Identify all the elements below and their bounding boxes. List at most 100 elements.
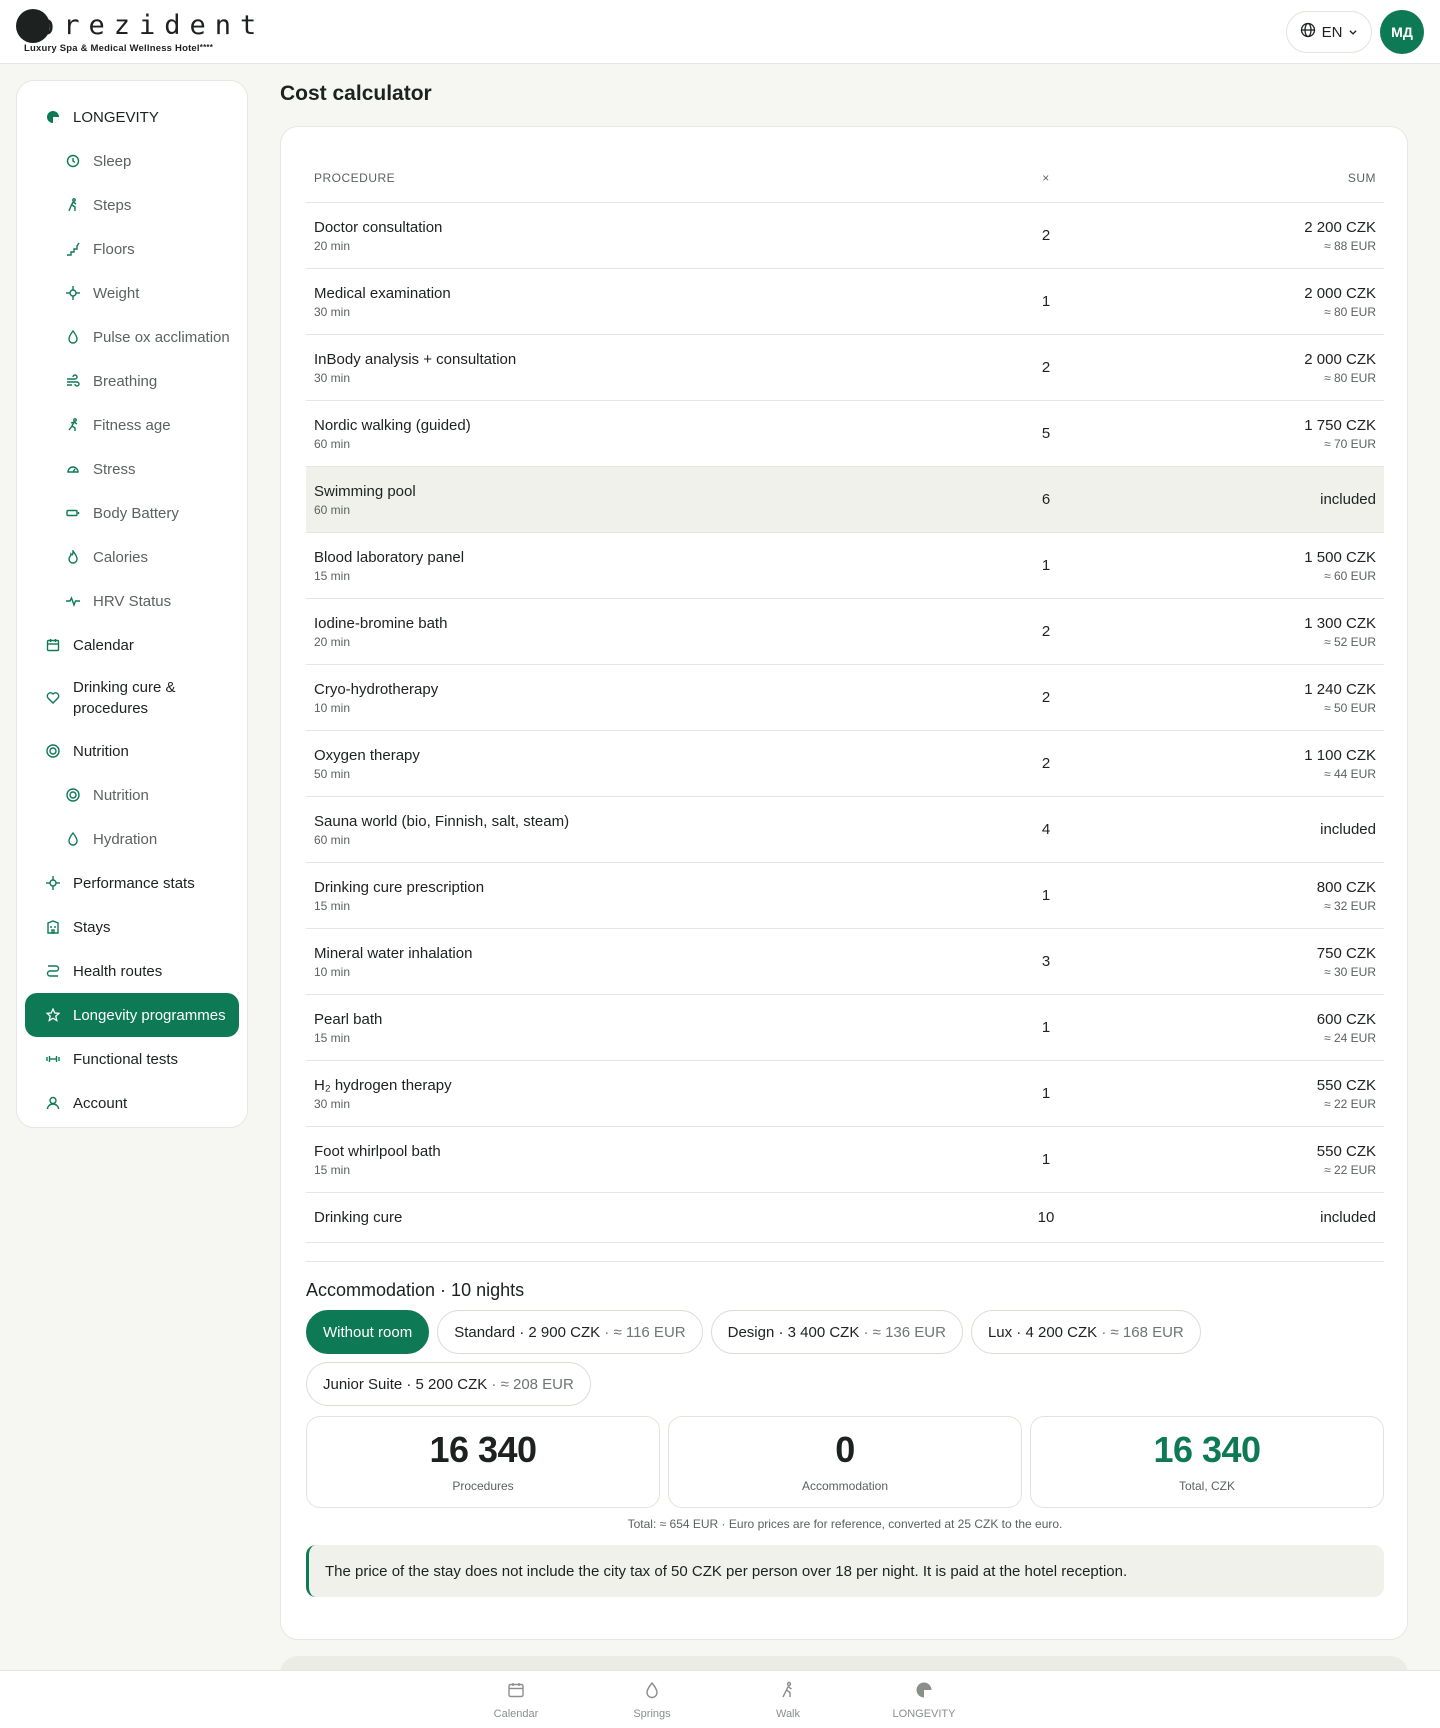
sidebar-item-longevity-programmes[interactable]: Longevity programmes (25, 993, 239, 1037)
room-option-lux[interactable]: Lux · 4 200 CZK · ≈ 168 EUR (970, 1310, 1201, 1354)
grand-total-value: 16 340 (1153, 1429, 1261, 1470)
room-option-junior-suite[interactable]: Junior Suite · 5 200 CZK · ≈ 208 EUR (306, 1362, 591, 1406)
sidebar-item-hydration[interactable]: Hydration (25, 817, 239, 861)
sidebar-item-sleep[interactable]: Sleep (25, 139, 239, 183)
bottom-tab-springs[interactable]: Springs (592, 1671, 712, 1728)
sidebar-item-drinking-cure[interactable]: Drinking cure & procedures (25, 667, 239, 729)
target-icon (65, 787, 81, 803)
app-header: prezident Luxury Spa & Medical Wellness … (0, 0, 1440, 64)
sidebar-item-account[interactable]: Account (25, 1081, 239, 1125)
sum-cell: 1 300 CZK ≈ 52 EUR (1076, 615, 1376, 649)
sidebar-item-performance-stats[interactable]: Performance stats (25, 861, 239, 905)
procedure-duration: 30 min (314, 370, 351, 385)
room-option-without-room[interactable]: Without room (306, 1310, 430, 1354)
brand-logo[interactable]: prezident Luxury Spa & Medical Wellness … (16, 9, 256, 57)
drop-icon (65, 329, 81, 345)
sidebar-item-label: Sleep (93, 152, 132, 170)
bottom-tab-calendar[interactable]: Calendar (456, 1671, 576, 1728)
included-label: included (1320, 491, 1376, 508)
bottom-tab-longevity[interactable]: LONGEVITY (864, 1671, 984, 1728)
procedure-cell: Foot whirlpool bath 15 min (314, 1143, 1016, 1177)
chevron-down-icon (1348, 24, 1358, 41)
procedure-duration: 10 min (314, 700, 351, 715)
bottom-tab-label: LONGEVITY (892, 1707, 956, 1720)
sidebar-item-calories[interactable]: Calories (25, 535, 239, 579)
procedure-cell: Oxygen therapy 50 min (314, 747, 1016, 781)
quantity: 10 (1037, 1209, 1055, 1226)
euro-note: Total: ≈ 654 EUR · Euro prices are for r… (627, 1517, 1063, 1531)
procedure-duration: 60 min (314, 502, 351, 517)
sidebar-item-label: Weight (93, 284, 140, 302)
procedure-duration: 50 min (314, 766, 351, 781)
sum-cell: 750 CZK ≈ 30 EUR (1076, 945, 1376, 979)
price-eur: ≈ 32 EUR (1324, 898, 1376, 913)
sidebar-item-floors[interactable]: Floors (25, 227, 239, 271)
quantity: 1 (1041, 557, 1051, 574)
sidebar-item-breathing[interactable]: Breathing (25, 359, 239, 403)
sidebar-item-label: Functional tests (73, 1050, 179, 1068)
quantity: 2 (1041, 227, 1051, 244)
procedure-cell: Blood laboratory panel 15 min (314, 549, 1016, 583)
table-row: Cryo-hydrotherapy 10 min 2 1 240 CZK ≈ 50 EU… (306, 665, 1384, 731)
sidebar-item-health-routes[interactable]: Health routes (25, 949, 239, 993)
room-option-standard[interactable]: Standard · 2 900 CZK · ≈ 116 EUR (437, 1310, 703, 1354)
stairs-icon (65, 241, 81, 257)
procedures-total-label: Procedures (452, 1479, 514, 1493)
sidebar-item-label: Steps (93, 196, 132, 214)
procedure-duration: 15 min (314, 898, 351, 913)
battery-icon (65, 505, 81, 521)
quantity: 2 (1041, 689, 1051, 706)
gauge-icon (65, 461, 81, 477)
sidebar-item-calendar[interactable]: Calendar (25, 623, 239, 667)
sidebar-item-weight[interactable]: Weight (25, 271, 239, 315)
clock-icon (65, 153, 81, 169)
user-avatar[interactable]: МД (1380, 10, 1424, 54)
sidebar-item-label: Nutrition (93, 786, 149, 804)
language-selector[interactable]: EN (1286, 11, 1372, 53)
sidebar-item-hrv-status[interactable]: HRV Status (25, 579, 239, 623)
price-czk: 1 500 CZK (1304, 548, 1376, 566)
sidebar-item-longevity[interactable]: LONGEVITY (25, 95, 239, 139)
sidebar-item-stays[interactable]: Stays (25, 905, 239, 949)
sidebar-item-stress[interactable]: Stress (25, 447, 239, 491)
city-tax-notice: The price of the stay does not include t… (306, 1545, 1384, 1597)
table-row: Foot whirlpool bath 15 min 1 550 CZK ≈ 22 EU… (306, 1127, 1384, 1193)
crosshair-icon (45, 875, 61, 891)
sidebar-item-nutrition[interactable]: Nutrition (25, 729, 239, 773)
procedure-cell: InBody analysis + consultation 30 min (314, 351, 1016, 385)
price-czk: 1 100 CZK (1304, 746, 1376, 764)
sidebar-item-fitness-age[interactable]: Fitness age (25, 403, 239, 447)
table-row: Iodine-bromine bath 20 min 2 1 300 CZK ≈ 52 … (306, 599, 1384, 665)
price-eur: ≈ 22 EUR (1324, 1096, 1376, 1111)
sidebar-item-body-battery[interactable]: Body Battery (25, 491, 239, 535)
table-row: H₂ hydrogen therapy 30 min 1 550 CZK ≈ 22 EU… (306, 1061, 1384, 1127)
room-option-eur: · ≈ 168 EUR (1097, 1323, 1184, 1341)
sidebar-item-label: Longevity programmes (73, 1006, 226, 1024)
room-option-design[interactable]: Design · 3 400 CZK · ≈ 136 EUR (710, 1310, 963, 1354)
procedure-cell: Pearl bath 15 min (314, 1011, 1016, 1045)
price-eur: ≈ 22 EUR (1324, 1162, 1376, 1177)
cost-calculator-card: PROCEDURE × SUM Doctor consultation 20 mi… (280, 126, 1408, 1640)
table-row: Pearl bath 15 min 1 600 CZK ≈ 24 EUR (306, 995, 1384, 1061)
procedure-name: Doctor consultation (314, 218, 443, 236)
procedure-cell: Drinking cure prescription 15 min (314, 879, 1016, 913)
sidebar-item-nutrition-sub[interactable]: Nutrition (25, 773, 239, 817)
sum-cell: 550 CZK ≈ 22 EUR (1076, 1077, 1376, 1111)
table-row: Nordic walking (guided) 60 min 5 1 750 CZK ≈… (306, 401, 1384, 467)
sum-cell: 1 100 CZK ≈ 44 EUR (1076, 747, 1376, 781)
sidebar-item-functional-tests[interactable]: Functional tests (25, 1037, 239, 1081)
bottom-tab-walk[interactable]: Walk (728, 1671, 848, 1728)
sidebar-item-pulse-ox[interactable]: Pulse ox acclimation (25, 315, 239, 359)
procedure-name: Mineral water inhalation (314, 944, 473, 962)
sidebar-item-label: Stays (73, 918, 111, 936)
sidebar-item-steps[interactable]: Steps (25, 183, 239, 227)
calendar-icon (507, 1681, 525, 1708)
star-icon (45, 1007, 61, 1023)
table-row: Drinking cure prescription 15 min 1 800 CZK… (306, 863, 1384, 929)
price-czk: 2 200 CZK (1304, 218, 1376, 236)
sidebar-item-label: Stress (93, 460, 136, 478)
procedure-cell: Swimming pool 60 min (314, 483, 1016, 517)
drop-icon (643, 1681, 661, 1708)
sidebar-item-label: Fitness age (93, 416, 171, 434)
accommodation-total-value: 0 (835, 1429, 855, 1470)
